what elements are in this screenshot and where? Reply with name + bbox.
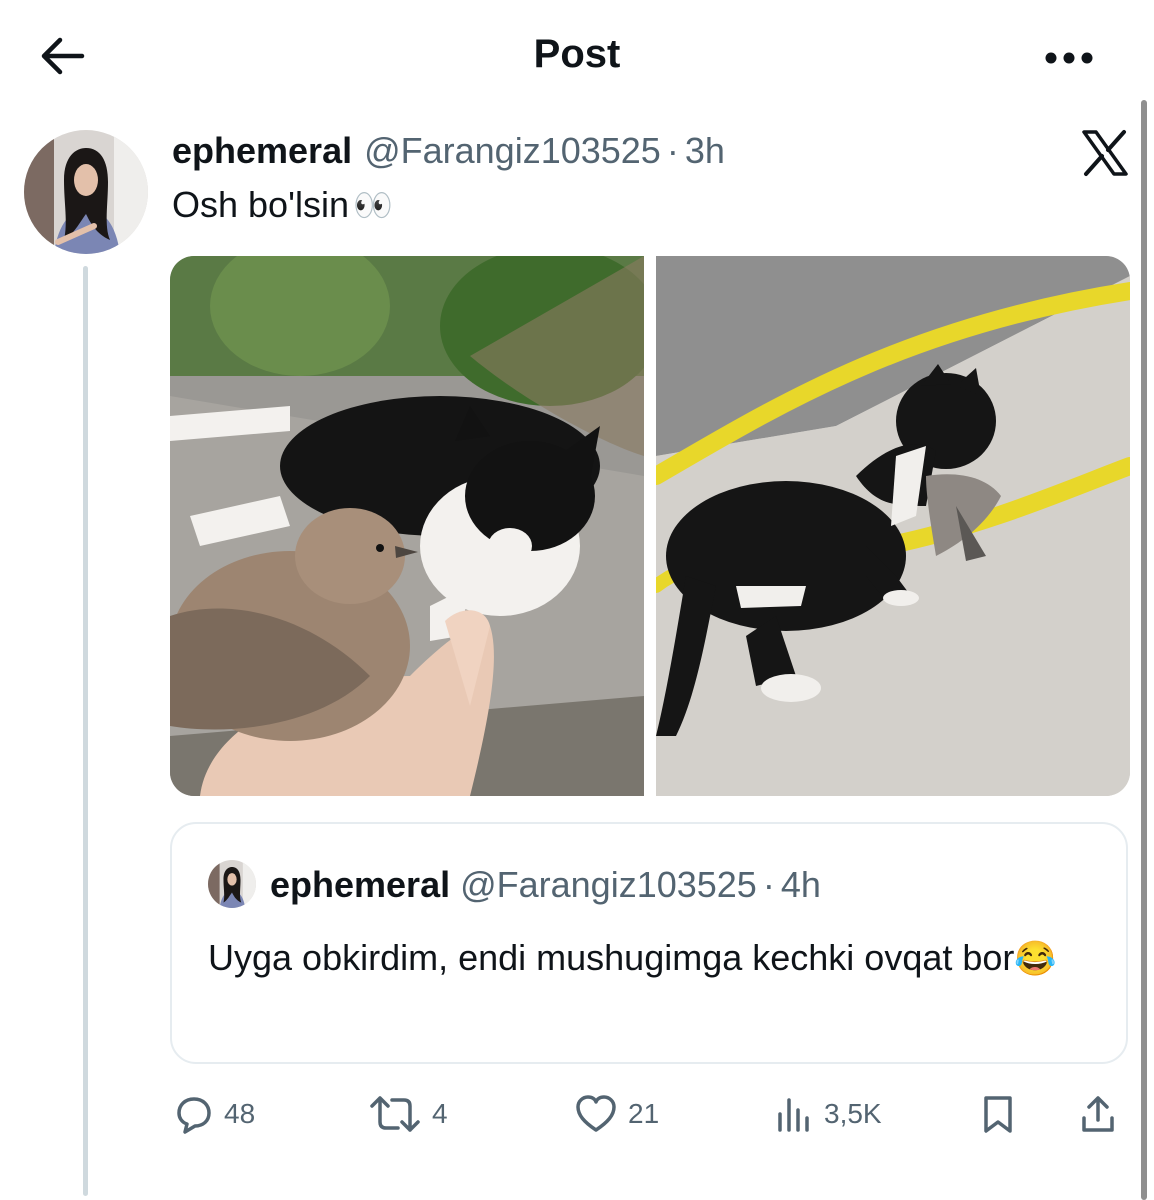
- quoted-user-handle: @Farangiz103525: [460, 864, 757, 905]
- quoted-post[interactable]: ephemeral @Farangiz103525 · 4h Uyga obki…: [170, 822, 1128, 1064]
- like-count: 21: [628, 1098, 660, 1129]
- share-icon: [1082, 1096, 1114, 1132]
- reply-count: 48: [224, 1098, 256, 1129]
- avatar-image: [24, 130, 148, 254]
- quoted-post-time: 4h: [780, 864, 821, 905]
- avatar[interactable]: [24, 130, 148, 254]
- post-text-body: Osh bo'lsin: [172, 184, 349, 225]
- action-bar: 48 4 21 3,5K: [170, 1088, 1130, 1140]
- quoted-display-name: ephemeral: [270, 864, 451, 905]
- views-button[interactable]: 3,5K: [774, 1088, 882, 1140]
- repost-button[interactable]: 4: [368, 1088, 448, 1140]
- like-button[interactable]: 21: [574, 1088, 659, 1140]
- media-photo-1[interactable]: [170, 256, 644, 796]
- quoted-post-text: Uyga obkirdim, endi mushugimga kechki ov…: [208, 928, 1108, 989]
- views-icon: [778, 1098, 809, 1132]
- reply-button[interactable]: 48: [174, 1088, 255, 1140]
- repost-icon: [370, 1096, 420, 1132]
- more-options-button[interactable]: [1044, 40, 1094, 76]
- page-title: Post: [533, 32, 621, 76]
- scrollbar[interactable]: [1141, 100, 1147, 1200]
- more-dots-icon: [1045, 52, 1093, 64]
- bookmark-icon: [984, 1096, 1012, 1133]
- post-time[interactable]: 3h: [685, 130, 725, 172]
- post-header: ephemeral @Farangiz103525 · 3h: [172, 130, 725, 174]
- quoted-post-text-body: Uyga obkirdim, endi mushugimga kechki ov…: [208, 937, 1015, 978]
- post-text: Osh bo'lsin 👀: [172, 184, 393, 226]
- repost-count: 4: [432, 1098, 448, 1129]
- post-media: [170, 256, 1130, 796]
- top-bar: Post: [0, 0, 1154, 110]
- x-logo-icon: [1080, 128, 1130, 178]
- tears-of-joy-emoji: 😂: [1014, 940, 1057, 978]
- quoted-avatar: [208, 860, 256, 908]
- thread-line: [83, 266, 88, 1196]
- separator-dot: ·: [666, 130, 679, 171]
- media-photo-2[interactable]: [656, 256, 1130, 796]
- reply-icon: [177, 1097, 211, 1134]
- heart-icon: [576, 1095, 616, 1132]
- quoted-post-header: ephemeral @Farangiz103525 · 4h: [270, 864, 821, 906]
- eyes-emoji: 👀: [352, 187, 393, 223]
- user-handle[interactable]: @Farangiz103525: [364, 130, 661, 172]
- display-name[interactable]: ephemeral: [172, 130, 352, 172]
- views-count: 3,5K: [824, 1098, 882, 1129]
- share-button[interactable]: [1078, 1088, 1118, 1140]
- bookmark-button[interactable]: [978, 1088, 1018, 1140]
- quoted-separator-dot: ·: [762, 864, 775, 905]
